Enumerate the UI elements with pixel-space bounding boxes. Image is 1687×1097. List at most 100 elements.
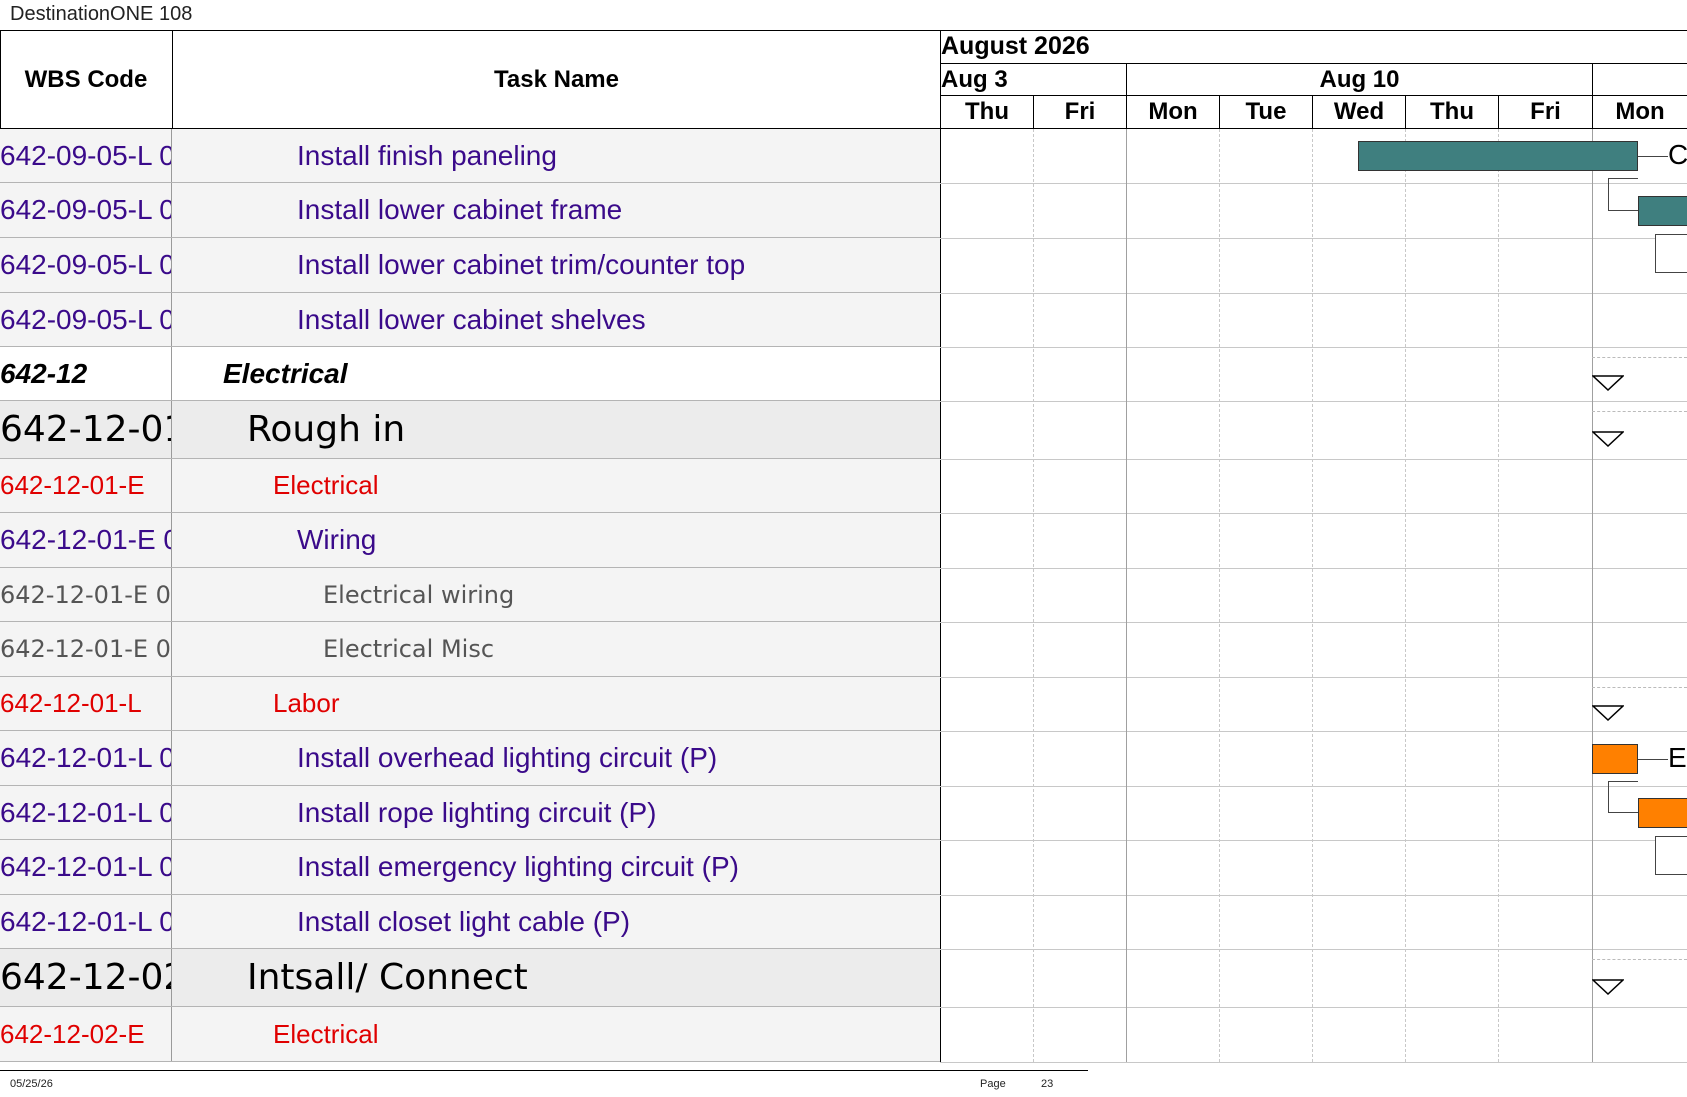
task-row[interactable]: 642-09-05-L 0 Install lower cabinet trim/… [0, 238, 940, 293]
task-row[interactable]: 642-12 Electrical [0, 347, 940, 401]
gantt-row [940, 840, 1687, 896]
gantt-gridline [1498, 129, 1499, 1062]
summary-bar-line [1592, 959, 1687, 961]
task-row[interactable]: 642-12-01-E 01 Electrical Misc [0, 622, 940, 677]
timescale-week: Aug 10 [1319, 65, 1400, 93]
task-bar[interactable] [1358, 141, 1638, 171]
timescale-week: Aug 3 [941, 65, 1008, 93]
wbs-code-cell[interactable]: 642-12-01-L 0 [0, 731, 172, 785]
task-name-cell[interactable]: Intsall/ Connect [173, 949, 940, 1006]
task-bar[interactable] [1638, 195, 1687, 226]
gantt-gridline [1033, 129, 1034, 1062]
gantt-gridline [1405, 129, 1406, 1062]
footer-page-number: 23 [1041, 1078, 1054, 1090]
gantt-row [940, 459, 1687, 514]
wbs-code-cell[interactable]: 642-09-05-L 0 [0, 129, 172, 182]
bar-label-leader [1638, 156, 1668, 157]
gantt-row [940, 568, 1687, 623]
task-row[interactable]: 642-12-01 Rough in [0, 401, 940, 459]
bar-label: E [1668, 741, 1687, 773]
gantt-gridline [1126, 129, 1127, 1062]
timescale-day: Thu [965, 98, 1009, 125]
gantt-row [940, 293, 1687, 348]
task-row[interactable]: 642-09-05-L 0 Install lower cabinet shelv… [0, 293, 940, 347]
task-row[interactable]: 642-12-01-L Labor [0, 677, 940, 731]
gantt-chart: CE [940, 129, 1687, 1063]
task-name-cell[interactable]: Electrical [173, 1007, 940, 1061]
task-row[interactable]: 642-12-02 Intsall/ Connect [0, 949, 940, 1007]
task-row[interactable]: 642-12-01-L 0 Install rope lighting circu… [0, 786, 940, 840]
wbs-code-cell[interactable]: 642-12-01-E [0, 459, 172, 512]
app-title: DestinationONE 108 [10, 3, 193, 25]
bar-label-leader [1638, 758, 1668, 760]
task-row[interactable]: 642-09-05-L 0 Install finish paneling [0, 129, 940, 183]
summary-bar-line [1592, 687, 1687, 689]
wbs-code-cell[interactable]: 642-12-01-L 0 [0, 786, 172, 839]
task-row[interactable]: 642-12-01-E Electrical [0, 459, 940, 513]
task-bar[interactable] [1638, 798, 1687, 828]
task-row[interactable]: 642-12-01-L 0 Install overhead lighting c… [0, 731, 940, 786]
task-name-cell[interactable]: Install finish paneling [173, 129, 940, 182]
task-name-cell[interactable]: Electrical Misc [173, 622, 940, 676]
task-bar[interactable] [1592, 743, 1638, 774]
task-row[interactable]: 642-12-01-L 0 Install emergency lighting … [0, 840, 940, 895]
wbs-column-header[interactable]: WBS Code [0, 30, 172, 129]
task-row[interactable]: 642-12-01-E 0 Wiring [0, 513, 940, 568]
wbs-code-cell[interactable]: 642-09-05-L 0 [0, 183, 172, 237]
gantt-gridline [1312, 129, 1313, 1062]
wbs-code-cell[interactable]: 642-12-01-L 0 [0, 840, 172, 894]
gantt-row [940, 677, 1687, 732]
wbs-code-cell[interactable]: 642-12-02-E [0, 1007, 172, 1061]
gantt-row [940, 731, 1687, 787]
gantt-row [940, 238, 1687, 294]
task-row[interactable]: 642-09-05-L 0 Install lower cabinet frame [0, 183, 940, 238]
wbs-code-cell[interactable]: 642-12-01-L 0 [0, 895, 172, 948]
gantt-row [940, 401, 1687, 460]
timescale-day: Fri [1064, 98, 1096, 125]
task-row[interactable]: 642-12-02-E Electrical [0, 1007, 940, 1062]
task-name-cell[interactable]: Install lower cabinet shelves [173, 293, 940, 346]
task-name-column-header[interactable]: Task Name [173, 30, 940, 129]
timescale-day: Mon [1615, 98, 1665, 125]
timescale-day: Thu [1430, 98, 1474, 125]
wbs-code-cell[interactable]: 642-12-01 [0, 401, 172, 458]
dependency-link [1655, 836, 1687, 875]
gantt-row [940, 786, 1687, 841]
gantt-gridline [1219, 129, 1220, 1062]
task-row[interactable]: 642-12-01-E 01 Electrical wiring [0, 568, 940, 622]
wbs-code-cell[interactable]: 642-12-01-E 01 [0, 568, 172, 621]
task-name-cell[interactable]: Labor [173, 677, 940, 730]
dependency-link [1608, 178, 1638, 211]
task-row[interactable]: 642-12-01-L 0 Install closet light cable … [0, 895, 940, 949]
wbs-code-cell[interactable]: 642-12 [0, 347, 172, 400]
task-name-cell[interactable]: Install emergency lighting circuit (P) [173, 840, 940, 894]
wbs-code-cell[interactable]: 642-09-05-L 0 [0, 293, 172, 346]
task-name-cell[interactable]: Install lower cabinet frame [173, 183, 940, 237]
task-name-cell[interactable]: Install closet light cable (P) [173, 895, 940, 948]
task-name-cell[interactable]: Electrical [173, 459, 940, 512]
gantt-gridline [1592, 129, 1593, 1062]
gantt-row [940, 949, 1687, 1008]
gantt-row [940, 622, 1687, 678]
gantt-row [940, 895, 1687, 950]
summary-bar-line [1592, 357, 1687, 359]
timescale-day: Tue [1245, 98, 1287, 125]
wbs-code-cell[interactable]: 642-09-05-L 0 [0, 238, 172, 292]
task-name-cell[interactable]: Install lower cabinet trim/counter top [173, 238, 940, 292]
wbs-code-cell[interactable]: 642-12-01-L [0, 677, 172, 730]
wbs-code-cell[interactable]: 642-12-02 [0, 949, 172, 1006]
footer-rule [0, 1070, 1088, 1071]
task-name-cell[interactable]: Install overhead lighting circuit (P) [173, 731, 940, 785]
wbs-code-cell[interactable]: 642-12-01-E 01 [0, 622, 172, 676]
task-name-cell[interactable]: Electrical wiring [173, 568, 940, 621]
task-name-cell[interactable]: Electrical [173, 347, 940, 400]
task-name-cell[interactable]: Install rope lighting circuit (P) [173, 786, 940, 839]
task-name-cell[interactable]: Rough in [173, 401, 940, 458]
timescale-day: Mon [1148, 98, 1198, 125]
task-name-cell[interactable]: Wiring [173, 513, 940, 567]
footer-date: 05/25/26 [10, 1078, 53, 1090]
gantt-row [940, 1007, 1687, 1063]
gantt-row [940, 513, 1687, 569]
wbs-code-cell[interactable]: 642-12-01-E 0 [0, 513, 172, 567]
summary-bar-line [1592, 411, 1687, 413]
